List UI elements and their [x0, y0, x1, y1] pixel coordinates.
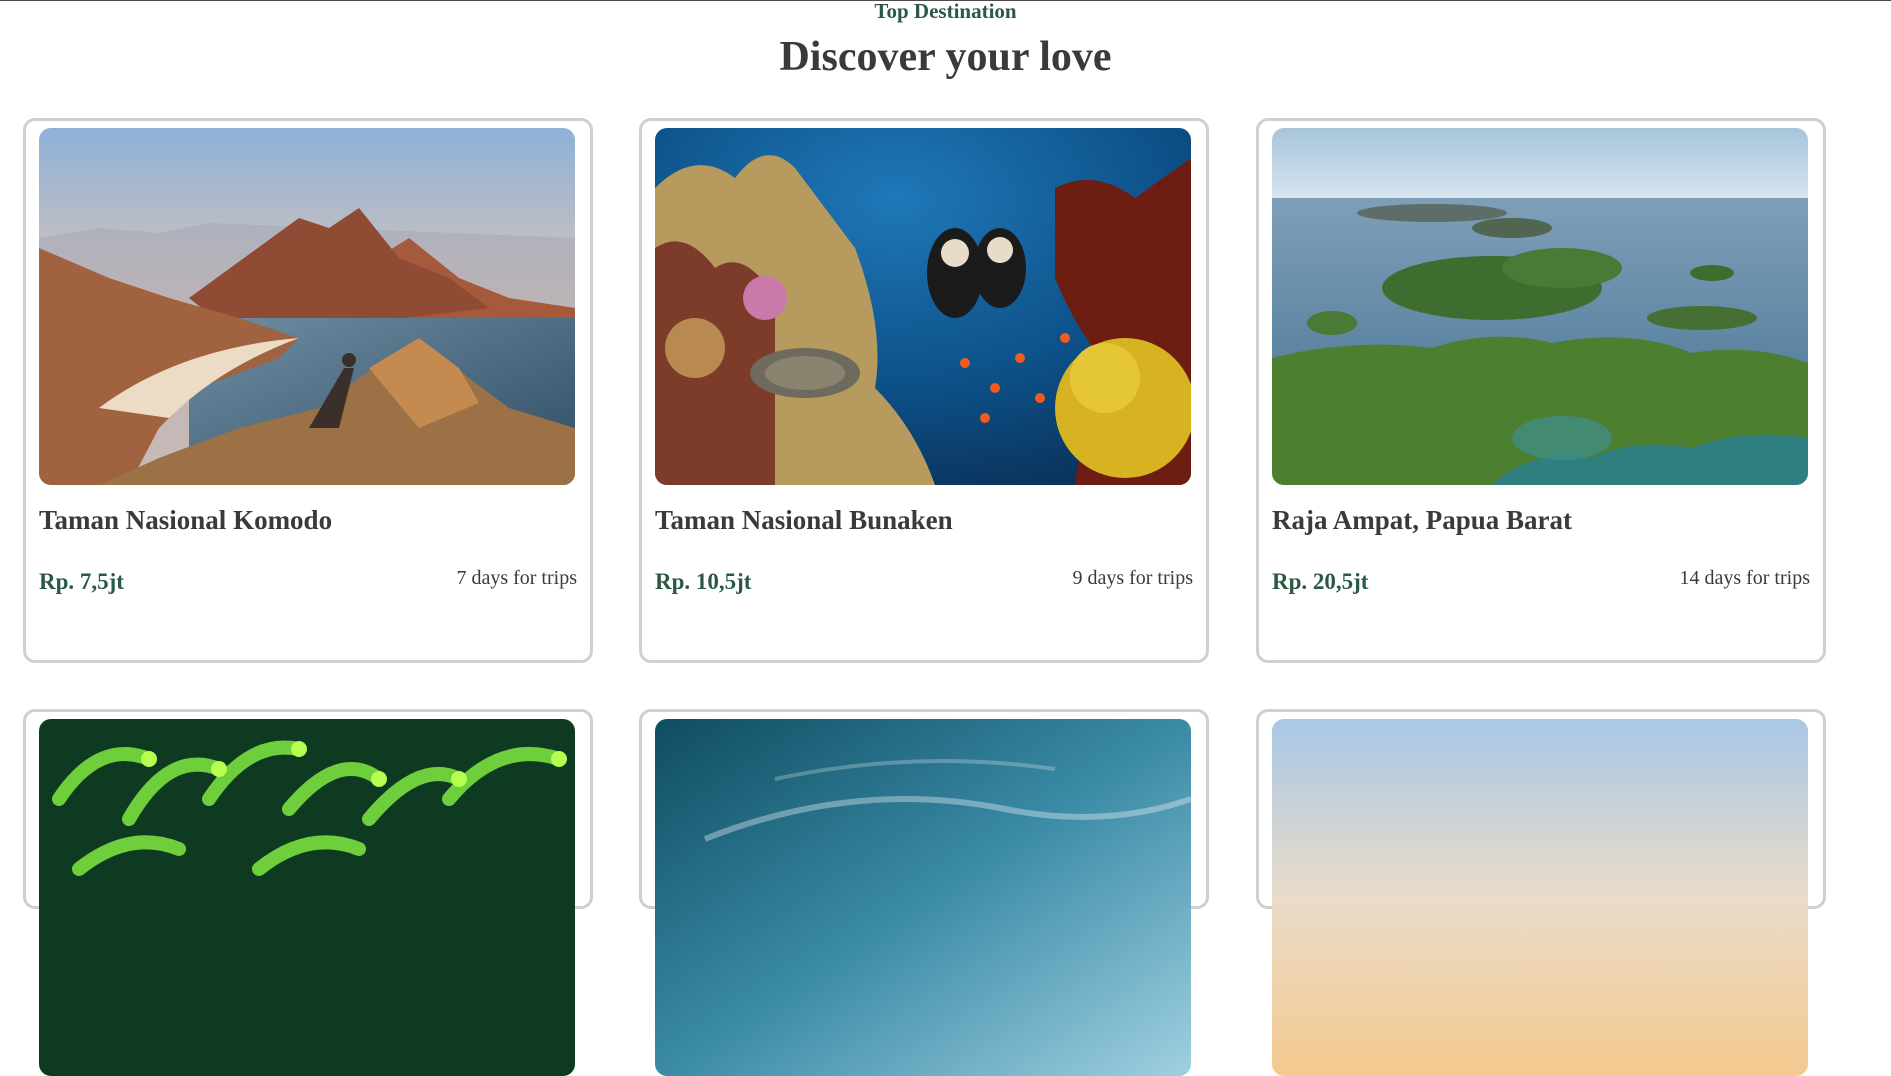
destination-duration: 7 days for trips: [456, 567, 577, 589]
destination-price: Rp. 7,5jt: [39, 569, 124, 594]
destination-card-raja-ampat[interactable]: Raja Ampat, Papua Barat Rp. 20,5jt 14 da…: [1256, 118, 1826, 663]
destination-card-komodo[interactable]: Taman Nasional Komodo Rp. 7,5jt 7 days f…: [23, 118, 593, 663]
destination-card[interactable]: [1256, 709, 1826, 1076]
green-anemone-photo: [39, 719, 575, 1076]
destination-name: Taman Nasional Komodo: [39, 505, 333, 535]
destination-card[interactable]: [23, 709, 593, 1076]
destination-card[interactable]: [639, 709, 1209, 1076]
destination-price: Rp. 10,5jt: [655, 569, 752, 594]
destination-duration: 9 days for trips: [1072, 567, 1193, 589]
destination-price: Rp. 20,5jt: [1272, 569, 1369, 594]
coral-reef-divers-photo: [655, 128, 1191, 485]
section-eyebrow: Top Destination: [874, 0, 1017, 23]
destination-duration: 14 days for trips: [1679, 567, 1810, 589]
destination-name: Taman Nasional Bunaken: [655, 505, 953, 535]
destination-name: Raja Ampat, Papua Barat: [1272, 505, 1573, 535]
section-title: Discover your love: [779, 34, 1112, 80]
ocean-sky-photo: [655, 719, 1191, 1076]
sunset-sky-photo: [1272, 719, 1808, 1076]
karst-islands-aerial-photo: [1272, 128, 1808, 485]
komodo-hill-bay-photo: [39, 128, 575, 485]
destination-card-bunaken[interactable]: Taman Nasional Bunaken Rp. 10,5jt 9 days…: [639, 118, 1209, 663]
